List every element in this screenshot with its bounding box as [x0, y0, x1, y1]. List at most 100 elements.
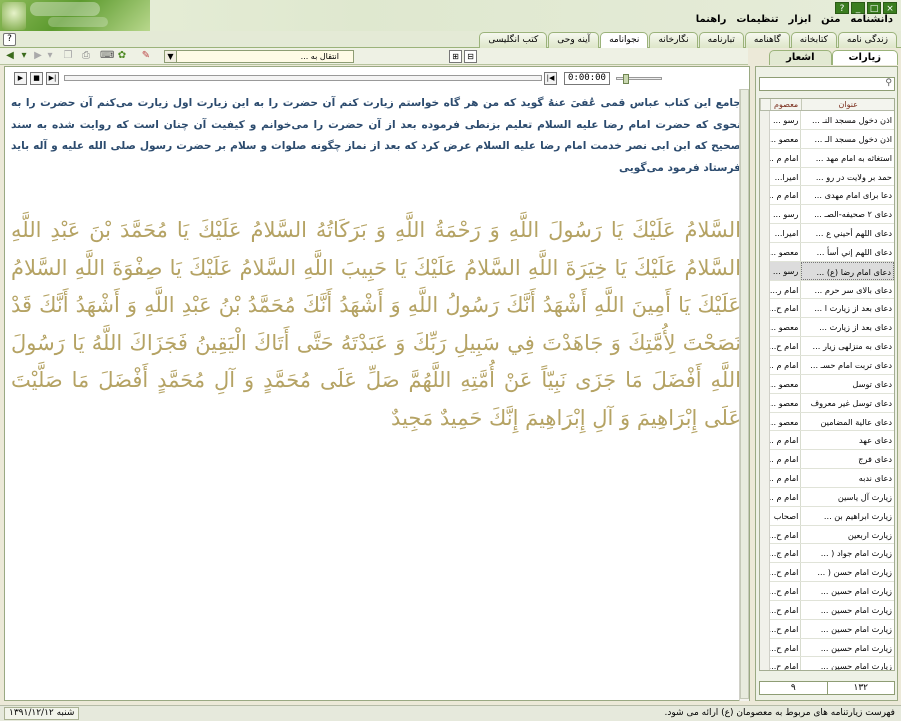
list-item-title: زیارت امام حسین ...	[820, 642, 892, 653]
list-item-title: دعای به منزلهی زیار ...	[812, 341, 892, 352]
maximize-button[interactable]: □	[867, 2, 881, 14]
column-header-person[interactable]: معصوم	[769, 99, 802, 110]
skip-prev-icon[interactable]: |◀	[544, 72, 557, 85]
minimize-button[interactable]: _	[851, 2, 865, 14]
list-item[interactable]: اذن دخول مسجد الـ ... معصو ...	[760, 129, 894, 149]
forward-dropdown-icon[interactable]: ▾	[44, 50, 56, 62]
stop-icon[interactable]: ■	[30, 72, 43, 85]
tab-genealogy[interactable]: تبارنامه	[698, 32, 744, 48]
status-bar: فهرست زیارتنامه های مربوط به معصومان (ع)…	[0, 705, 901, 721]
list-scrollbar[interactable]	[760, 111, 770, 670]
list-item-title: دعای توسل غیر معروف	[810, 397, 892, 408]
keyboard-icon[interactable]: ⌨	[100, 50, 114, 62]
list-item[interactable]: زیارت امام جواد ( ... امام ج...	[760, 544, 894, 564]
tab-supplications[interactable]: نجوانامه	[600, 32, 649, 49]
menu-encyclopedia[interactable]: دانشنامه	[850, 14, 893, 30]
edit-icon[interactable]: ✎	[140, 50, 152, 62]
seek-bar[interactable]	[64, 75, 542, 81]
list-item[interactable]: زیارت آل یاسین امام م ...	[760, 487, 894, 507]
column-header-title[interactable]: عنوان	[801, 99, 894, 110]
tab-gallery[interactable]: نگارخانه	[649, 32, 698, 48]
app-logo-banner	[0, 0, 150, 32]
list-item-person: امام م ...	[770, 148, 802, 167]
list-item[interactable]: دعای بالای سر حرم ... امام ر...	[760, 280, 894, 300]
tab-biography[interactable]: زندگی نامه	[837, 32, 897, 48]
list-item[interactable]: دعای توسل معصو ...	[760, 374, 894, 394]
volume-knob[interactable]	[623, 74, 629, 84]
list-item[interactable]: دعای فرج امام م ...	[760, 450, 894, 470]
list-item-person: امام م ...	[770, 186, 802, 205]
list-item[interactable]: زیارت ابراهیم بن ... اصحاب	[760, 506, 894, 526]
list-item-title: زیارت ابراهیم بن ...	[823, 510, 892, 521]
view-toggle-group: ⊞ ⊟	[449, 50, 477, 63]
list-item[interactable]: دعای ندبه امام م ...	[760, 469, 894, 488]
record-current[interactable]: ۹	[760, 682, 828, 694]
search-input[interactable]: ⚲	[759, 77, 895, 91]
back-dropdown-icon[interactable]: ▾	[18, 50, 30, 62]
list-item[interactable]: دعای اللهم إني أسأ ... معصو ...	[760, 242, 894, 262]
list-item[interactable]: دعای عالية المضامين معصو ...	[760, 412, 894, 432]
list-item-title: دعای تربت امام حسـ ...	[810, 359, 892, 370]
tab-library[interactable]: کتابخانه	[790, 32, 837, 48]
list-item[interactable]: استغاثه به امام مهد ... امام م ...	[760, 148, 894, 168]
logo-emblem-icon	[2, 2, 26, 30]
list-item-title: دعای ندبه	[858, 473, 892, 484]
tab-revelation-mirror[interactable]: آینه وحی	[548, 32, 600, 48]
menu-tools[interactable]: ابزار	[789, 14, 812, 30]
list-item[interactable]: دعای عهد امام م ...	[760, 431, 894, 451]
expand-view-icon[interactable]: ⊞	[449, 50, 462, 63]
split-view-icon[interactable]: ⊟	[464, 50, 477, 63]
list-item-person: امام ح...	[770, 299, 802, 318]
list-item[interactable]: زیارت امام حسین ... امام ح...	[760, 619, 894, 639]
puzzle-icon[interactable]: ✿	[116, 50, 128, 62]
list-item[interactable]: دعای توسل غیر معروف معصو ...	[760, 393, 894, 413]
list-item[interactable]: اذن دخول مسجد النـ ... رسو ...	[760, 111, 894, 130]
help-icon[interactable]: ?	[3, 33, 16, 46]
volume-slider[interactable]	[616, 74, 662, 84]
list-item-person: رسو ...	[770, 261, 802, 280]
skip-next-icon[interactable]: ▶|	[46, 72, 59, 85]
list-item-person: امام م ...	[770, 355, 802, 374]
list-item[interactable]: دعای به منزلهی زیار ... امام ح...	[760, 337, 894, 356]
list-item-title: زیارت آل یاسین	[837, 491, 892, 502]
list-item[interactable]: دعای امام رضا (ع) ... رسو ...	[760, 261, 894, 281]
tab-english-books[interactable]: کتب انگلیسی	[479, 32, 548, 48]
print-icon[interactable]: ⎙	[80, 50, 92, 62]
side-tab-poems[interactable]: اشعار	[769, 50, 832, 65]
list-item-person: امیرا...	[770, 224, 802, 242]
list-item[interactable]: دعای ۲ صحیفه-الصـ ... رسو ...	[760, 205, 894, 225]
list-item-title: دعای اللهم أحيني ع ...	[815, 228, 892, 239]
list-item[interactable]: زیارت امام حسین ... امام ح...	[760, 582, 894, 601]
list-item[interactable]: زیارت امام حسین ... امام ح...	[760, 657, 894, 670]
list-item[interactable]: دعا برای امام مهدی ... امام م ...	[760, 186, 894, 206]
play-icon[interactable]: ▶	[14, 72, 27, 85]
list-item[interactable]: دعای بعد از زیارت ... معصو ...	[760, 318, 894, 338]
list-item[interactable]: زیارت امام حسن ( ... امام ح...	[760, 563, 894, 583]
list-item-person: امام م ...	[770, 469, 802, 487]
close-button[interactable]: ×	[883, 2, 897, 14]
list-item[interactable]: دعای بعد از زیارت ا ... امام ح...	[760, 299, 894, 319]
list-item[interactable]: حمد بر ولایت در رو ... امیرا...	[760, 167, 894, 187]
copy-icon[interactable]: ❐	[62, 50, 74, 62]
list-item[interactable]: دعای تربت امام حسـ ... امام م ...	[760, 355, 894, 375]
list-item[interactable]: زیارت امام حسین ... امام ح...	[760, 638, 894, 658]
help-window-button[interactable]: ?	[835, 2, 849, 14]
list-item[interactable]: زیارت امام حسین ... امام ح...	[760, 600, 894, 620]
list-item[interactable]: دعای اللهم أحيني ع ... امیرا...	[760, 224, 894, 243]
back-arrow-icon[interactable]: ◀	[4, 50, 16, 62]
scroll-thumb[interactable]	[740, 89, 749, 699]
forward-arrow-icon[interactable]: ▶	[32, 50, 44, 62]
list-item-person: معصو ...	[770, 393, 802, 412]
list-item[interactable]: زیارت اربعین امام ح...	[760, 525, 894, 545]
menu-settings[interactable]: تنظیمات	[736, 14, 778, 30]
tab-calendar[interactable]: گاهنامه	[744, 32, 790, 48]
chevron-down-icon[interactable]: ▼	[165, 51, 177, 62]
side-tab-ziyarat[interactable]: زیارات	[831, 50, 898, 65]
menu-help[interactable]: راهنما	[696, 14, 727, 30]
menu-text[interactable]: متن	[821, 14, 840, 30]
list-item-person: امام ح...	[770, 563, 802, 582]
list-item-title: دعای بعد از زیارت ا ...	[814, 303, 892, 314]
goto-select[interactable]: انتقال به ... ▼	[164, 50, 354, 63]
list-item-person: امام م ...	[770, 487, 802, 506]
content-scrollbar[interactable]	[739, 89, 749, 701]
